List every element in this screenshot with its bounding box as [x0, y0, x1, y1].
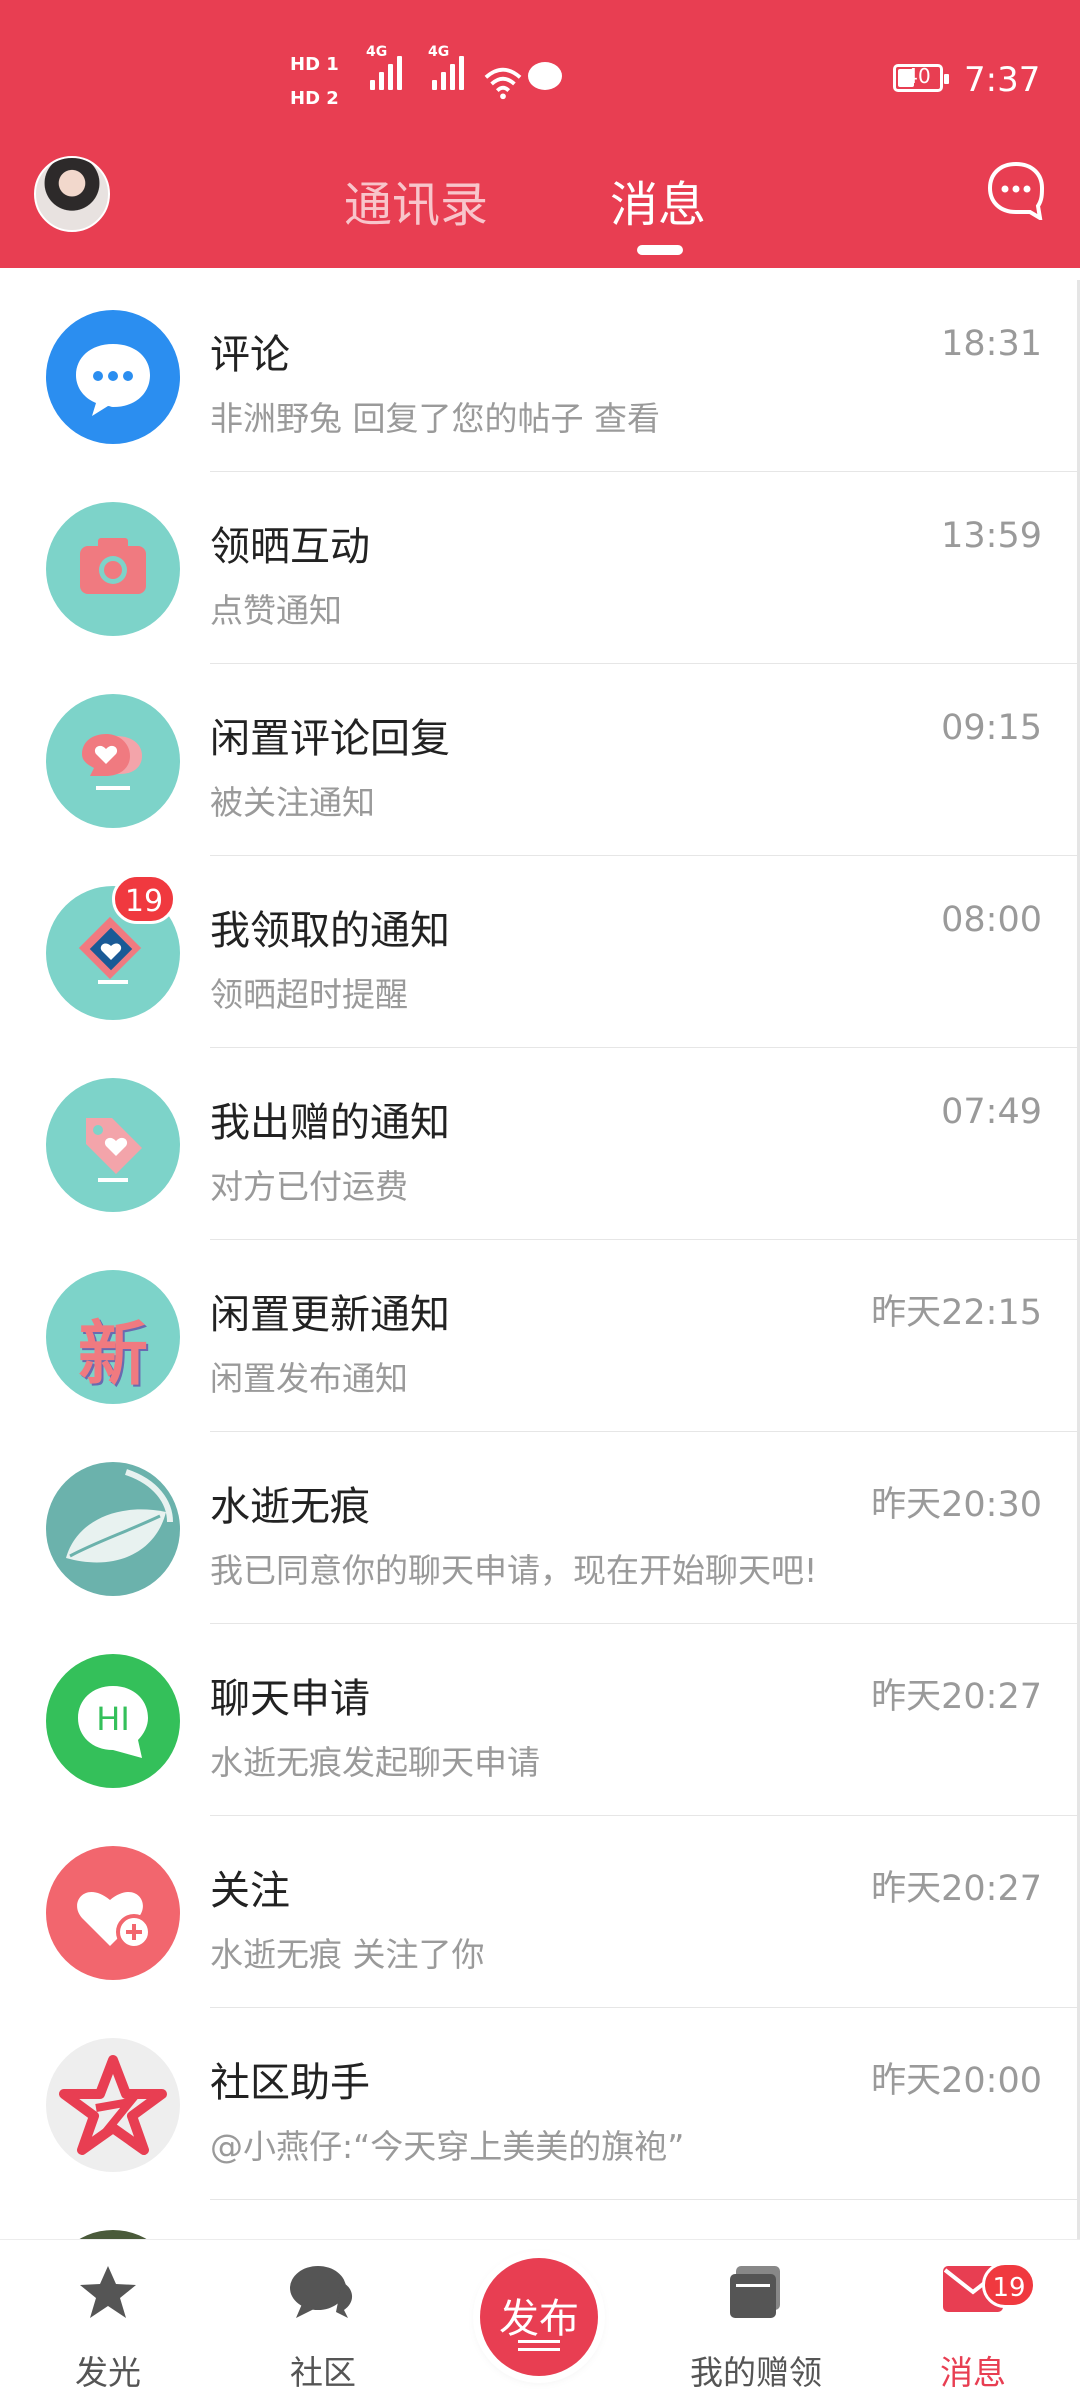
- nav-label: 我的赠领: [690, 2353, 822, 2392]
- status-bar: HD 1 HD 2 4G 4G 40 7:37: [0, 40, 1080, 120]
- publish-icon: [518, 2340, 560, 2343]
- nav-label: 社区: [290, 2353, 356, 2392]
- message-row-idle-update[interactable]: 新 闲置更新通知 闲置发布通知 昨天22:15: [0, 1240, 1080, 1432]
- message-row-chat-user[interactable]: 水逝无痕 我已同意你的聊天申请，现在开始聊天吧! 昨天20:30: [0, 1432, 1080, 1624]
- message-subtitle: 闲置发布通知: [210, 1359, 408, 1398]
- signal-2-icon: 4G: [428, 44, 464, 90]
- cards-icon: [730, 2266, 780, 2318]
- message-time: 昨天20:00: [871, 2061, 1042, 2101]
- battery-icon: 40: [893, 64, 949, 92]
- sim-indicator: HD 1 HD 2: [290, 48, 339, 116]
- network-2-label: 4G: [428, 44, 450, 60]
- network-1-label: 4G: [366, 44, 388, 60]
- wifi-icon: [484, 67, 522, 100]
- message-subtitle: 我已同意你的聊天申请，现在开始聊天吧!: [210, 1551, 818, 1590]
- message-time: 08:00: [941, 900, 1042, 940]
- nav-messages[interactable]: 消息: [893, 2240, 1053, 2400]
- nav-community[interactable]: 社区: [243, 2240, 403, 2400]
- message-title: 我领取的通知: [210, 908, 450, 954]
- chat-icon: [290, 2266, 353, 2318]
- camera-icon: [46, 502, 180, 636]
- message-subtitle: 被关注通知: [210, 783, 375, 822]
- hd1-label: HD 1: [290, 54, 339, 75]
- message-row-idle-comment[interactable]: 闲置评论回复 被关注通知 09:15: [0, 664, 1080, 856]
- message-time: 昨天20:27: [871, 1869, 1042, 1909]
- leaf-avatar: [46, 1462, 180, 1596]
- active-tab-indicator: [637, 245, 683, 255]
- unread-badge: 19: [112, 874, 176, 924]
- message-row-community-assistant[interactable]: 社区助手 @小燕仔:“今天穿上美美的旗袍” 昨天20:00: [0, 2008, 1080, 2200]
- battery-level: 40: [905, 64, 931, 88]
- hd2-label: HD 2: [290, 88, 339, 109]
- message-subtitle: 非洲野兔 回复了您的帖子 查看: [210, 399, 660, 438]
- message-row-follow[interactable]: 关注 水逝无痕 关注了你 昨天20:27: [0, 1816, 1080, 2008]
- app-header: HD 1 HD 2 4G 4G 40 7:37 通讯录 消息: [0, 0, 1080, 268]
- nav-my-gifts[interactable]: 我的赠领: [676, 2240, 836, 2400]
- message-title: 评论: [210, 332, 290, 378]
- new-icon-text: 新: [78, 1313, 148, 1395]
- message-title: 我出赠的通知: [210, 1100, 450, 1146]
- message-time: 18:31: [941, 324, 1042, 364]
- message-time: 昨天20:30: [871, 1485, 1042, 1525]
- tab-contacts[interactable]: 通讯录: [344, 165, 488, 235]
- message-row-interaction[interactable]: 领晒互动 点赞通知 13:59: [0, 472, 1080, 664]
- message-title: 聊天申请: [210, 1676, 370, 1722]
- message-subtitle: 领晒超时提醒: [210, 975, 408, 1014]
- nav-label: 消息: [940, 2353, 1006, 2392]
- publish-label: 发布: [499, 2296, 579, 2342]
- star-logo-icon: [46, 2038, 180, 2172]
- message-subtitle: @小燕仔:“今天穿上美美的旗袍”: [210, 2127, 685, 2166]
- message-time: 09:15: [941, 708, 1042, 748]
- status-time: 7:37: [964, 60, 1041, 100]
- tag-heart-icon: [46, 1078, 180, 1212]
- message-time: 07:49: [941, 1092, 1042, 1132]
- notification-chat-icon: [528, 62, 562, 90]
- message-subtitle: 水逝无痕 关注了你: [210, 1935, 485, 1974]
- comment-bubble-icon: [46, 310, 180, 444]
- chat-menu-icon[interactable]: [986, 160, 1046, 220]
- message-row-comment[interactable]: 评论 非洲野兔 回复了您的帖子 查看 18:31: [0, 280, 1080, 472]
- message-time: 13:59: [941, 516, 1042, 556]
- bottom-nav: 发光 社区 发布 我的赠领 消息 19: [0, 2240, 1080, 2400]
- signal-1-icon: 4G: [366, 44, 402, 90]
- message-title: 水逝无痕: [210, 1484, 370, 1530]
- new-icon: 新: [46, 1270, 180, 1404]
- message-time: 昨天20:27: [871, 1677, 1042, 1717]
- message-list: 评论 非洲野兔 回复了您的帖子 查看 18:31 领晒互动 点赞通知 13:59: [0, 280, 1080, 2364]
- message-subtitle: 点赞通知: [210, 591, 342, 630]
- nav-shine[interactable]: 发光: [28, 2240, 188, 2400]
- nav-unread-badge: 19: [982, 2262, 1036, 2308]
- message-subtitle: 水逝无痕发起聊天申请: [210, 1743, 540, 1782]
- message-row-gifted[interactable]: 我出赠的通知 对方已付运费 07:49: [0, 1048, 1080, 1240]
- nav-label: 发光: [75, 2353, 141, 2392]
- hi-icon-text: HI: [96, 1700, 130, 1738]
- message-subtitle: 对方已付运费: [210, 1167, 408, 1206]
- hi-chat-icon: HI: [46, 1654, 180, 1788]
- message-time: 昨天22:15: [871, 1293, 1042, 1333]
- message-title: 社区助手: [210, 2060, 370, 2106]
- message-row-received[interactable]: 19 我领取的通知 领晒超时提醒 08:00: [0, 856, 1080, 1048]
- message-title: 闲置更新通知: [210, 1292, 450, 1338]
- publish-button[interactable]: 发布: [480, 2258, 598, 2376]
- heart-chat-icon: [46, 694, 180, 828]
- tab-messages[interactable]: 消息: [610, 165, 706, 235]
- message-title: 关注: [210, 1868, 290, 1914]
- message-title: 领晒互动: [210, 524, 370, 570]
- star-icon: [80, 2266, 136, 2318]
- message-row-chat-request[interactable]: HI 聊天申请 水逝无痕发起聊天申请 昨天20:27: [0, 1624, 1080, 1816]
- my-avatar[interactable]: [34, 156, 110, 232]
- message-title: 闲置评论回复: [210, 716, 450, 762]
- heart-plus-icon: [46, 1846, 180, 1980]
